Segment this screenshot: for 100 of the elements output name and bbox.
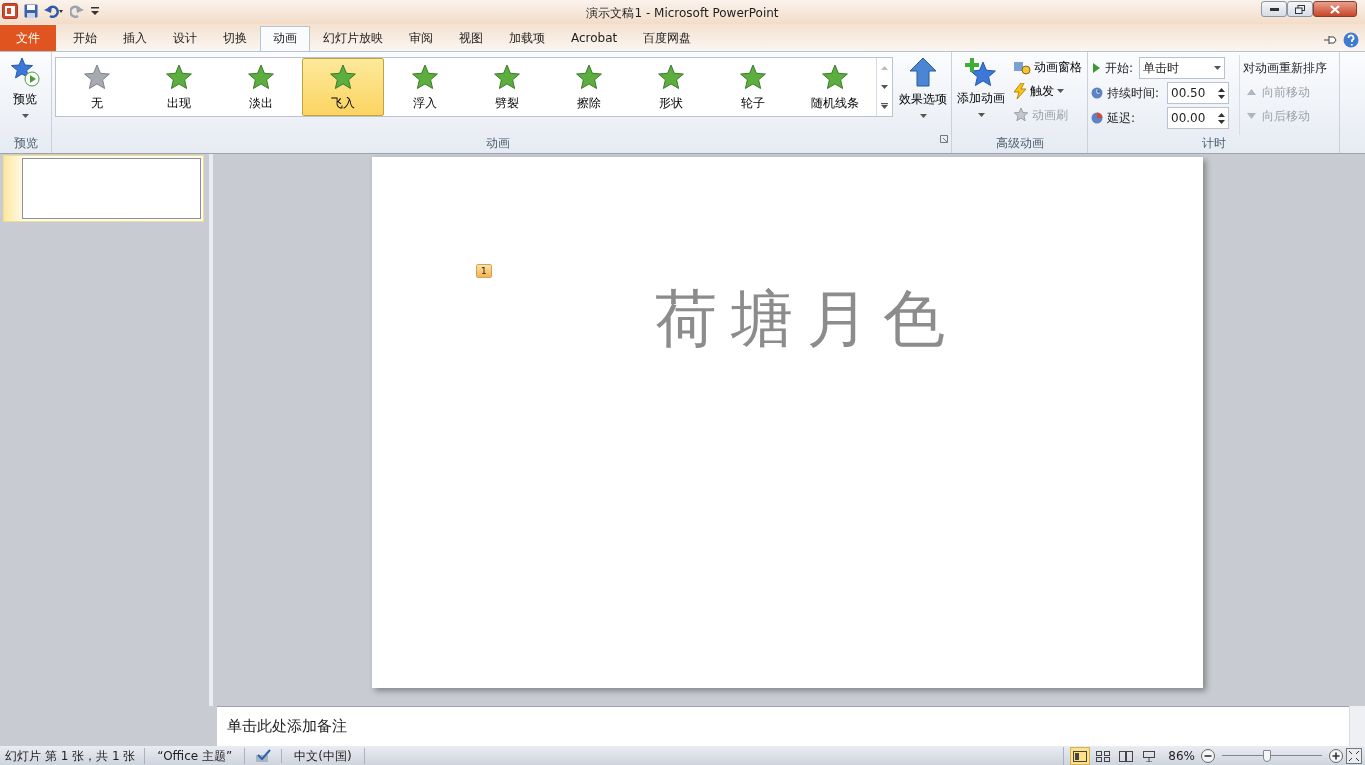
star-icon <box>820 62 850 91</box>
ribbon-tab[interactable]: 开始 <box>60 26 110 51</box>
animation-pane-icon <box>1013 59 1031 75</box>
star-icon <box>246 62 276 91</box>
window-title: 演示文稿1 - Microsoft PowerPoint <box>586 5 779 22</box>
slider-thumb[interactable] <box>1263 750 1271 762</box>
field-label: 开始: <box>1105 60 1135 77</box>
theme-name[interactable]: “Office 主题” <box>145 748 246 764</box>
lightning-icon <box>1013 83 1027 99</box>
language-indicator[interactable]: 中文(中国) <box>282 748 365 764</box>
animation-option[interactable]: 轮子 <box>712 58 794 116</box>
ribbon-tab[interactable]: 切换 <box>210 26 260 51</box>
star-icon <box>82 62 112 91</box>
animation-order-tag: 1 <box>476 264 492 278</box>
notes-field[interactable]: 单击此处添加备注 <box>217 706 1349 746</box>
up-triangle-icon <box>1247 89 1256 95</box>
slide-title: 荷塘月色 <box>655 281 960 357</box>
field-label: 延迟: <box>1107 110 1137 127</box>
slide-sorter-icon <box>1096 750 1111 762</box>
ribbon-tab[interactable]: 设计 <box>160 26 210 51</box>
animation-option[interactable]: 淡出 <box>220 58 302 116</box>
up-arrow-icon <box>909 57 937 87</box>
file-tab[interactable]: 文件 <box>0 25 56 51</box>
star-icon <box>656 62 686 91</box>
minimize-button[interactable] <box>1261 1 1287 17</box>
ribbon-tab[interactable]: Acrobat <box>558 26 631 51</box>
close-icon <box>1330 4 1340 14</box>
star-icon <box>164 62 194 91</box>
ribbon-tab[interactable]: 插入 <box>110 26 160 51</box>
dropdown-caret-icon <box>919 114 927 118</box>
scrollbar[interactable] <box>1349 706 1365 746</box>
animation-option[interactable]: 擦除 <box>548 58 630 116</box>
add-animation-button[interactable]: 添加动画 <box>955 55 1007 135</box>
dropdown-caret-icon <box>1214 66 1221 70</box>
down-triangle-icon <box>1247 113 1256 119</box>
start-dropdown[interactable]: 单击时 <box>1139 57 1225 79</box>
minimize-icon <box>1269 7 1279 11</box>
spin-up-icon[interactable] <box>1218 112 1225 117</box>
dropdown-caret-icon <box>21 114 29 118</box>
animation-option[interactable]: 形状 <box>630 58 712 116</box>
section-title: 对动画重新排序 <box>1243 60 1327 77</box>
dialog-launcher-icon[interactable] <box>940 135 948 143</box>
normal-view-icon <box>1073 750 1088 762</box>
animation-option[interactable]: 随机线条 <box>794 58 876 116</box>
zoom-in-icon[interactable] <box>1329 749 1343 763</box>
reading-view-icon <box>1119 750 1134 762</box>
animation-option[interactable]: 飞入 <box>302 58 384 116</box>
animation-pane-button[interactable]: 动画窗格 <box>1011 55 1084 79</box>
star-icon <box>574 62 604 91</box>
animation-option[interactable]: 浮入 <box>384 58 466 116</box>
star-brush-icon <box>1013 107 1029 123</box>
group-label: 高级动画 <box>994 135 1045 152</box>
dropdown-caret-icon <box>1057 89 1064 93</box>
group-label: 计时 <box>1200 135 1227 152</box>
star-icon <box>328 62 358 91</box>
close-button[interactable] <box>1313 1 1357 17</box>
zoom-out-icon[interactable] <box>1201 749 1215 763</box>
undo-icon[interactable] <box>44 4 64 18</box>
ribbon-tab[interactable]: 动画 <box>260 26 310 51</box>
delay-spinner[interactable]: 00.00 <box>1167 107 1229 129</box>
star-icon <box>492 62 522 91</box>
scroll-down-icon <box>881 85 888 89</box>
help-icon[interactable] <box>1343 32 1359 48</box>
field-label: 持续时间: <box>1107 85 1161 102</box>
dropdown-caret-icon <box>977 113 985 117</box>
ribbon-tab[interactable]: 加载项 <box>496 26 558 51</box>
animation-option[interactable]: 无 <box>56 58 138 116</box>
spin-up-icon[interactable] <box>1218 87 1225 92</box>
view-button[interactable] <box>1070 747 1091 765</box>
group-label: 预览 <box>12 135 39 152</box>
save-icon[interactable] <box>24 4 38 18</box>
animation-option[interactable]: 出现 <box>138 58 220 116</box>
star-plus-icon <box>964 57 998 89</box>
maximize-button[interactable] <box>1287 1 1313 17</box>
pin-icon[interactable] <box>1323 34 1337 46</box>
fit-window-icon[interactable] <box>1346 748 1362 764</box>
spin-down-icon[interactable] <box>1218 119 1225 124</box>
app-logo-icon[interactable] <box>2 3 18 19</box>
slide-thumbnail[interactable] <box>3 155 204 222</box>
restore-icon <box>1295 4 1305 14</box>
delay-clock-icon <box>1091 112 1103 124</box>
preview-button[interactable]: 预览 <box>3 55 47 135</box>
scroll-up-icon <box>881 65 888 70</box>
gallery-more-icon <box>881 103 888 110</box>
slideshow-icon <box>1142 750 1157 762</box>
animation-option[interactable]: 劈裂 <box>466 58 548 116</box>
spell-check-icon[interactable] <box>254 749 273 763</box>
clock-icon <box>1091 87 1103 99</box>
customize-dropdown-icon[interactable] <box>90 4 100 18</box>
duration-spinner[interactable]: 00.50 <box>1167 82 1229 104</box>
slide-counter: 幻灯片 第 1 张，共 1 张 <box>0 748 146 764</box>
ribbon-tab[interactable]: 审阅 <box>396 26 446 51</box>
ribbon-tab[interactable]: 幻灯片放映 <box>310 26 396 51</box>
zoom-percentage[interactable]: 86% <box>1168 747 1195 765</box>
ribbon-tab[interactable]: 视图 <box>446 26 496 51</box>
ribbon-tab[interactable]: 百度网盘 <box>630 26 705 51</box>
trigger-button[interactable]: 触发 <box>1011 79 1084 103</box>
star-icon <box>410 62 440 91</box>
spin-down-icon[interactable] <box>1218 94 1225 99</box>
effect-options-button[interactable]: 效果选项 <box>897 55 949 135</box>
